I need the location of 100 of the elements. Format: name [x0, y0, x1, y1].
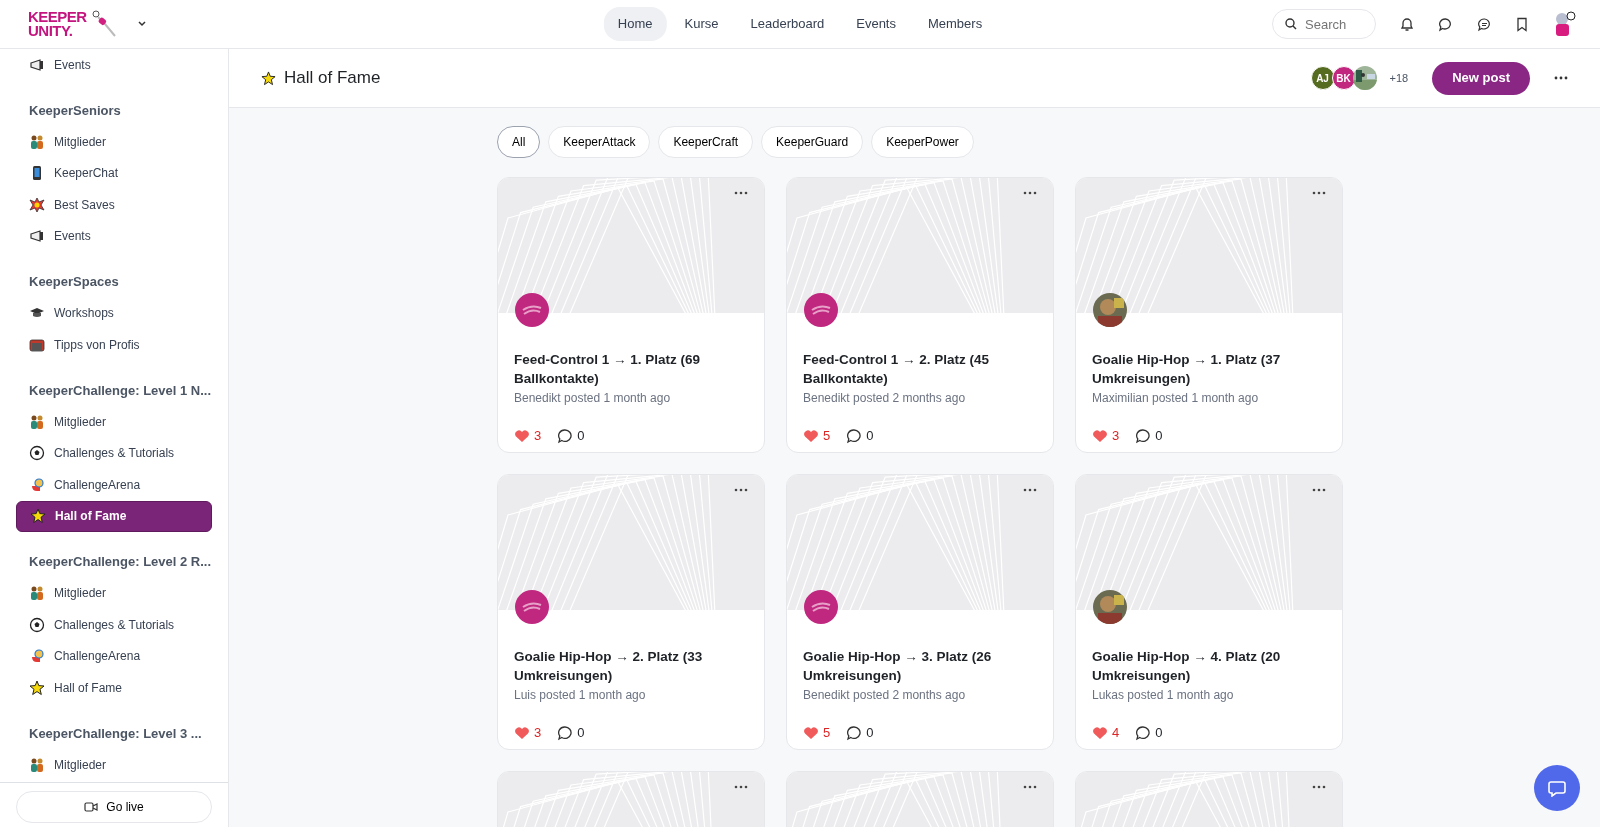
- sidebar-item[interactable]: Challenges & Tutorials: [16, 437, 212, 469]
- people-icon: [29, 413, 45, 430]
- heart-icon: [803, 725, 819, 740]
- comment-count: 0: [1155, 427, 1163, 445]
- comment-count: 0: [866, 427, 874, 445]
- more-icon[interactable]: [1554, 76, 1568, 80]
- section-heading: KeeperChallenge: Level 3 ...: [28, 724, 203, 743]
- comment-icon: [846, 427, 863, 444]
- sidebar-item[interactable]: Mitglieder: [16, 126, 212, 158]
- heart-icon: [803, 428, 819, 443]
- chat-icon[interactable]: [1438, 16, 1453, 32]
- sidebar-item[interactable]: Best Saves: [16, 189, 212, 221]
- sidebar-item[interactable]: Hall of Fame: [16, 500, 212, 532]
- post-card[interactable]: Feed-Control 1 → 1. Platz (69 Ballkontakte) Benedikt posted 1 month ago 3 0: [497, 177, 765, 453]
- sidebar-item[interactable]: Tipps von Profis: [16, 329, 212, 361]
- comment-icon: [1135, 427, 1152, 444]
- post-title: Feed-Control 1 → 2. Platz (45 Ballkontakte): [803, 351, 991, 388]
- post-card[interactable]: Goalie Hip-Hop → 3. Platz (26 Umkreisungen) Benedikt posted 2 months ago 5 0: [786, 474, 1054, 750]
- new-post-button[interactable]: New post: [1432, 61, 1530, 95]
- post-title: Feed-Control 1 → 1. Platz (69 Ballkontakte): [514, 351, 702, 388]
- filter-chip[interactable]: KeeperAttack: [548, 126, 651, 158]
- avatar: [514, 292, 550, 328]
- like-count: 3: [1112, 427, 1120, 445]
- chat-icon: [1548, 779, 1566, 797]
- avatar: [514, 589, 550, 625]
- page-title: Hall of Fame: [284, 67, 381, 90]
- post-card[interactable]: Goalie Hip-Hop → 1. Platz (37 Umkreisungen) Maximilian posted 1 month ago 3 0: [1075, 177, 1343, 453]
- sidebar-item[interactable]: Challenges & Tutorials: [16, 609, 212, 641]
- comment-icon: [1135, 724, 1152, 741]
- like-count: 4: [1112, 724, 1120, 742]
- people-icon: [29, 756, 45, 773]
- glove-icon: [29, 648, 45, 665]
- sidebar-item[interactable]: Hall of Fame: [16, 672, 212, 704]
- filter-chip[interactable]: KeeperPower: [871, 126, 974, 158]
- sidebar-item[interactable]: Workshops: [16, 297, 212, 329]
- nav-tab[interactable]: Leaderboard: [736, 7, 839, 41]
- chevron-down-icon[interactable]: [136, 20, 147, 28]
- nav-tab[interactable]: Members: [914, 7, 997, 41]
- post-title: Goalie Hip-Hop → 3. Platz (26 Umkreisungen): [803, 648, 993, 685]
- like-count: 5: [823, 724, 831, 742]
- comment-count: 0: [577, 724, 585, 742]
- goal-icon: [29, 336, 45, 353]
- logo-text[interactable]: KEEPER: [28, 10, 87, 24]
- logo-text[interactable]: UNITY.: [28, 24, 87, 38]
- bookmark-icon[interactable]: [1516, 16, 1528, 32]
- comment-count: 0: [1155, 724, 1163, 742]
- sidebar-item[interactable]: Events: [16, 220, 212, 252]
- sidebar-item[interactable]: ChallengeArena: [16, 640, 212, 672]
- post-card[interactable]: Goalie Hip-Hop → 4. Platz (20 Umkreisungen) Lukas posted 1 month ago 4 0: [1075, 474, 1343, 750]
- section-heading: KeeperSeniors: [28, 101, 122, 120]
- chat-button[interactable]: [1534, 765, 1580, 811]
- post-title: Goalie Hip-Hop → 1. Platz (37 Umkreisungen): [1092, 351, 1282, 388]
- avatar: [803, 292, 839, 328]
- heart-icon: [1092, 428, 1108, 443]
- member-count: +18: [1389, 70, 1409, 86]
- post-title: Goalie Hip-Hop → 2. Platz (33 Umkreisungen): [514, 648, 704, 685]
- megaphone-icon: [29, 56, 45, 73]
- sidebar-item[interactable]: Mitglieder: [16, 406, 212, 438]
- soccer-ball-icon: [29, 616, 45, 633]
- filter-chip[interactable]: KeeperGuard: [761, 126, 864, 158]
- video-camera-icon: [84, 802, 99, 812]
- go-live-button[interactable]: Go live: [16, 791, 212, 823]
- member-avatar: AJ: [1310, 66, 1335, 90]
- sidebar-item[interactable]: Mitglieder: [16, 749, 212, 781]
- message-icon[interactable]: [1477, 16, 1492, 32]
- star-icon: [261, 70, 276, 86]
- like-count: 5: [823, 427, 831, 445]
- soccer-ball-icon: [29, 445, 45, 462]
- nav-tab[interactable]: Home: [603, 7, 667, 41]
- search-field[interactable]: Search: [1272, 9, 1376, 39]
- nav-tab[interactable]: Kurse: [670, 7, 733, 41]
- comment-icon: [557, 427, 574, 444]
- heart-icon: [1092, 725, 1108, 740]
- sidebar-item[interactable]: KeeperChat: [16, 157, 212, 189]
- sidebar-item[interactable]: Mitglieder: [16, 577, 212, 609]
- post-meta: Benedikt posted 1 month ago: [514, 390, 672, 407]
- bell-icon[interactable]: [1400, 16, 1414, 32]
- star-icon: [29, 679, 45, 696]
- post-card[interactable]: Goalie Hip-Hop → 2. Platz (33 Umkreisungen) Luis posted 1 month ago 3 0: [497, 474, 765, 750]
- section-heading: KeeperSpaces: [28, 273, 120, 291]
- sidebar-item[interactable]: Events: [16, 49, 212, 81]
- like-count: 3: [534, 724, 542, 742]
- nav-tab[interactable]: Events: [842, 7, 910, 41]
- section-heading: KeeperChallenge: Level 1 N...: [28, 381, 212, 400]
- people-icon: [29, 133, 45, 150]
- post-meta: Luis posted 1 month ago: [514, 687, 647, 704]
- post-meta: Benedikt posted 2 months ago: [803, 390, 967, 407]
- comment-count: 0: [577, 427, 585, 445]
- comment-count: 0: [866, 724, 874, 742]
- comment-icon: [846, 724, 863, 741]
- glove-icon: [29, 476, 45, 493]
- megaphone-icon: [29, 228, 45, 245]
- avatar: [803, 589, 839, 625]
- star-icon: [30, 508, 46, 525]
- filter-chip[interactable]: KeeperCraft: [658, 126, 754, 158]
- post-card[interactable]: Feed-Control 1 → 2. Platz (45 Ballkontakte) Benedikt posted 2 months ago 5 0: [786, 177, 1054, 453]
- post-meta: Lukas posted 1 month ago: [1092, 687, 1235, 704]
- filter-chip[interactable]: All: [497, 126, 541, 158]
- sidebar-item[interactable]: ChallengeArena: [16, 469, 212, 501]
- post-title: Goalie Hip-Hop → 4. Platz (20 Umkreisungen): [1092, 648, 1282, 685]
